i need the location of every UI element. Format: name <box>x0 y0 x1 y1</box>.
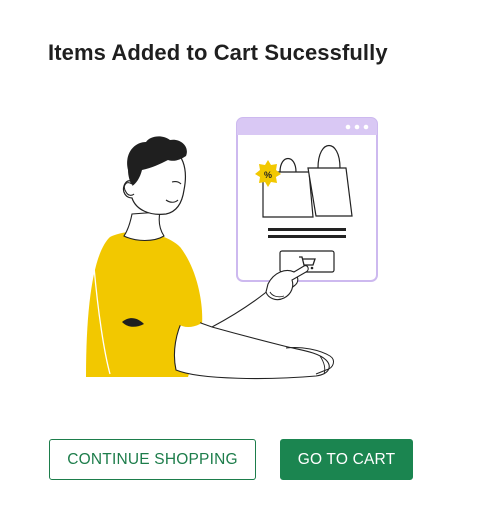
add-to-cart-illustration: % <box>86 117 378 380</box>
cart-confirmation-dialog: Items Added to Cart Sucessfully % CONTIN… <box>0 0 482 526</box>
continue-shopping-label: CONTINUE SHOPPING <box>67 450 238 468</box>
browser-window-graphic: % <box>236 117 378 282</box>
dialog-title: Items Added to Cart Sucessfully <box>48 40 388 65</box>
discount-badge-symbol: % <box>264 170 272 180</box>
continue-shopping-button[interactable]: CONTINUE SHOPPING <box>49 439 256 480</box>
go-to-cart-button[interactable]: GO TO CART <box>280 439 413 480</box>
go-to-cart-label: GO TO CART <box>297 450 396 468</box>
